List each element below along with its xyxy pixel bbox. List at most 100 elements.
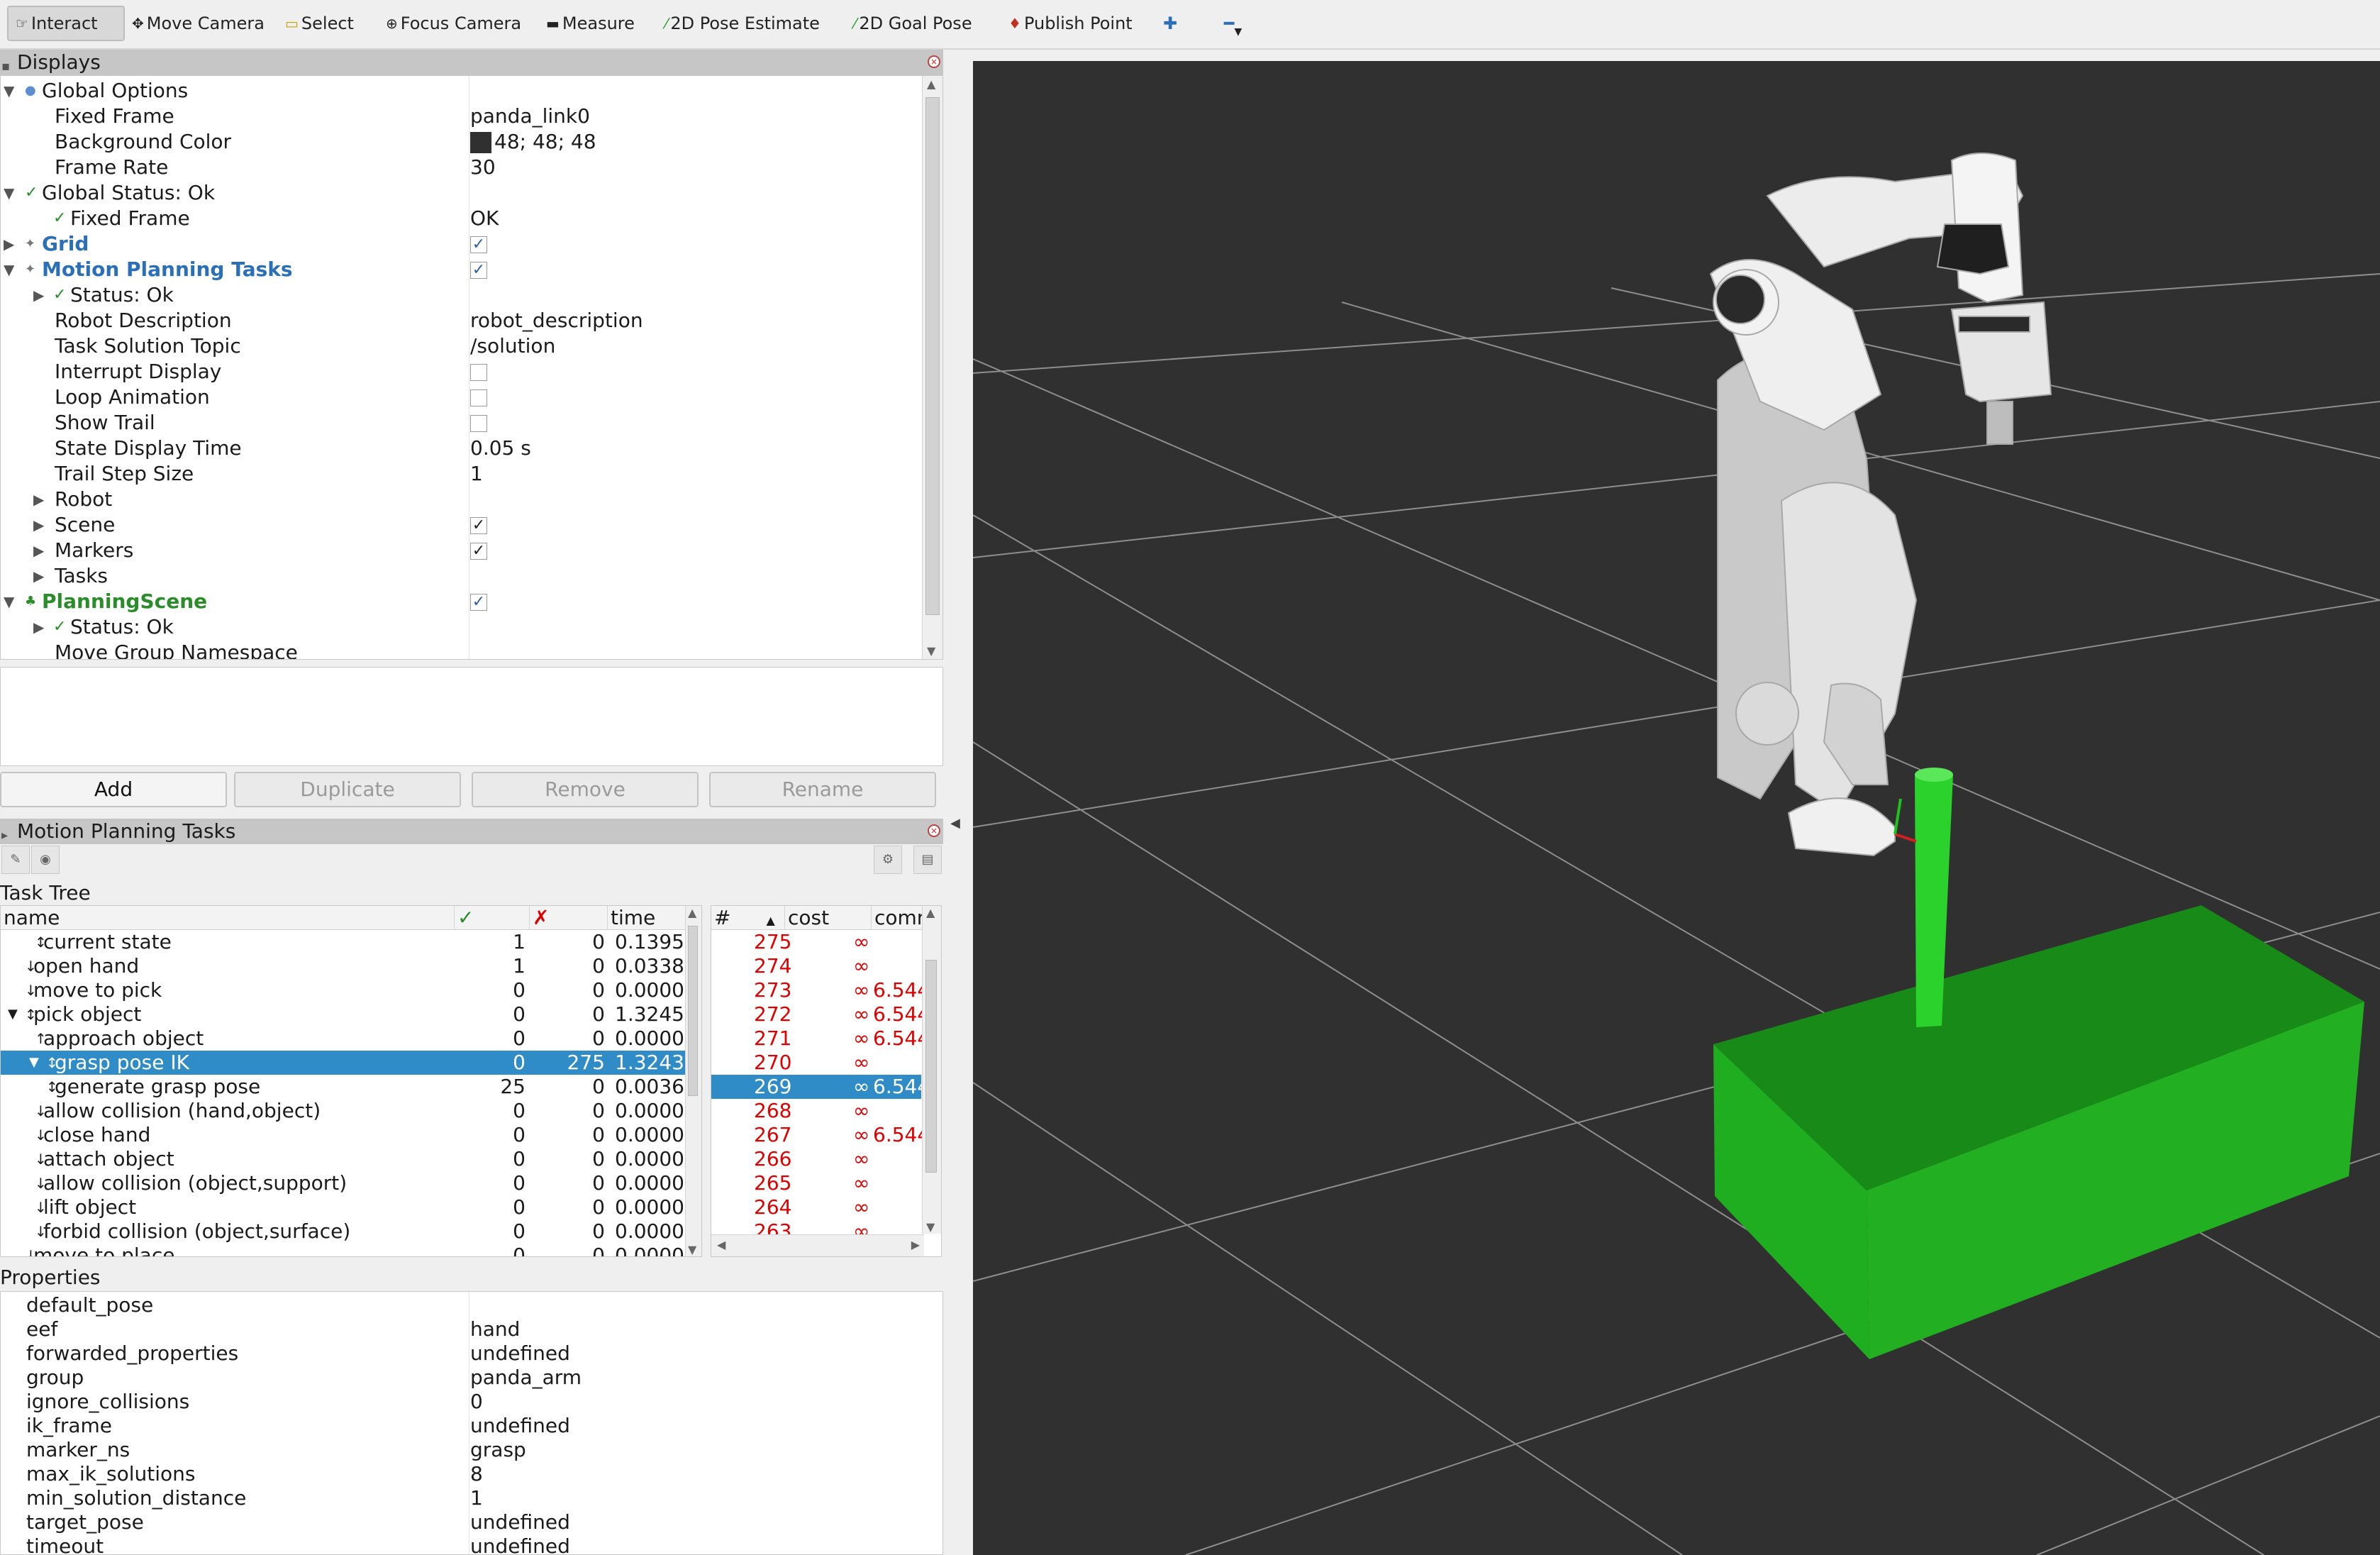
remove-display-button[interactable]: Remove xyxy=(472,772,699,807)
close-icon[interactable]: × xyxy=(928,55,940,68)
tree-row-fixed-frame[interactable]: Fixed Frame panda_link0 xyxy=(1,104,923,129)
task-row[interactable]: ↓ move to place 0 0 0.0000 xyxy=(1,1244,687,1256)
tree-row-scene[interactable]: ▶ Scene ✓ xyxy=(1,512,923,538)
scroll-thumb[interactable] xyxy=(925,960,937,1173)
property-row[interactable]: eef hand xyxy=(1,1317,937,1341)
scroll-thumb[interactable] xyxy=(925,97,940,615)
tree-row-grid[interactable]: ▶ ✦ Grid ✓ xyxy=(1,231,923,257)
property-value[interactable]: 1 xyxy=(470,1486,483,1510)
task-tree-scrollbar[interactable]: ▲ ▼ xyxy=(685,906,701,1256)
property-row[interactable]: forwarded_properties undefined xyxy=(1,1341,937,1366)
property-value[interactable]: 8 xyxy=(470,1462,483,1486)
solution-row[interactable]: 272 ∞ 6.544 xyxy=(711,1002,930,1026)
mpt-folder-button[interactable]: ▤ xyxy=(913,846,942,874)
interrupt-display-checkbox[interactable] xyxy=(470,364,487,381)
property-row[interactable]: ik_frame undefined xyxy=(1,1414,937,1438)
property-value[interactable]: panda_arm xyxy=(470,1366,582,1390)
tree-row-move-group-namespace[interactable]: Move Group Namespace xyxy=(1,640,923,659)
collapse-arrow-icon[interactable]: ▶ xyxy=(33,614,44,640)
task-row[interactable]: ↓ close hand 0 0 0.0000 xyxy=(1,1123,687,1147)
task-row[interactable]: ↓ open hand 1 0 0.0338 xyxy=(1,954,687,978)
column-header-time[interactable]: time xyxy=(608,906,687,930)
close-icon[interactable]: × xyxy=(928,824,940,837)
property-row[interactable]: timeout undefined xyxy=(1,1534,937,1554)
collapse-arrow-icon[interactable]: ▶ xyxy=(4,231,14,257)
expand-arrow-icon[interactable]: ▼ xyxy=(4,180,14,206)
scroll-down-icon[interactable]: ▼ xyxy=(688,1243,696,1256)
scroll-up-icon[interactable]: ▲ xyxy=(926,906,935,919)
expand-arrow-icon[interactable]: ▼ xyxy=(4,257,14,282)
move-camera-tool[interactable]: ✥ Move Camera xyxy=(125,6,272,41)
mpt-tool-button[interactable]: ✎ xyxy=(1,846,30,874)
property-value[interactable]: undefined xyxy=(470,1534,570,1554)
task-row[interactable]: ▼ ↕ grasp pose IK 0 275 1.3243 xyxy=(1,1051,687,1075)
mpt-settings-button[interactable]: ⚙ xyxy=(874,846,902,874)
interact-tool[interactable]: ☞ Interact xyxy=(7,6,125,41)
duplicate-display-button[interactable]: Duplicate xyxy=(234,772,461,807)
publish-point-tool[interactable]: ♦ Publish Point xyxy=(1001,6,1140,41)
scroll-thumb[interactable] xyxy=(688,926,698,1096)
task-row[interactable]: ↓ allow collision (object,support) 0 0 0.000… xyxy=(1,1171,687,1195)
panel-splitter[interactable]: ◀ xyxy=(943,50,973,1555)
tree-row-robot[interactable]: ▶ Robot xyxy=(1,487,923,512)
column-header-failed[interactable]: ✗ xyxy=(530,906,608,930)
scroll-down-icon[interactable]: ▼ xyxy=(927,644,935,658)
tree-row-tasks[interactable]: ▶ Tasks xyxy=(1,563,923,589)
grid-enabled-checkbox[interactable]: ✓ xyxy=(470,236,487,253)
collapse-arrow-icon[interactable]: ▶ xyxy=(33,282,44,308)
tree-row-frame-rate[interactable]: Frame Rate 30 xyxy=(1,155,923,180)
measure-tool[interactable]: ▬ Measure xyxy=(539,6,642,41)
3d-viewport[interactable] xyxy=(973,61,2380,1555)
task-row[interactable]: ↓ move to pick 0 0 0.0000 xyxy=(1,978,687,1002)
scroll-up-icon[interactable]: ▲ xyxy=(688,906,696,919)
rename-display-button[interactable]: Rename xyxy=(709,772,936,807)
collapse-arrow-icon[interactable]: ▶ xyxy=(33,487,44,512)
task-row[interactable]: ↓ lift object 0 0 0.0000 xyxy=(1,1195,687,1219)
solution-row[interactable]: 273 ∞ 6.544 xyxy=(711,978,930,1002)
mpt-record-button[interactable]: ◉ xyxy=(31,846,60,874)
tree-row-fixed-frame-status[interactable]: ✓ Fixed Frame OK xyxy=(1,206,923,231)
property-row[interactable]: target_pose undefined xyxy=(1,1510,937,1534)
tree-row-robot-description[interactable]: Robot Description robot_description xyxy=(1,308,923,333)
pose-estimate-tool[interactable]: ⁄ 2D Pose Estimate xyxy=(658,6,827,41)
collapse-arrow-icon[interactable]: ▶ xyxy=(33,512,44,538)
property-row[interactable]: min_solution_distance 1 xyxy=(1,1486,937,1510)
mpt-enabled-checkbox[interactable]: ✓ xyxy=(470,262,487,279)
solution-row[interactable]: 265 ∞ xyxy=(711,1171,921,1195)
solution-row[interactable]: 266 ∞ xyxy=(711,1147,921,1171)
property-value[interactable]: undefined xyxy=(470,1414,570,1438)
task-row[interactable]: ↓ attach object 0 0 0.0000 xyxy=(1,1147,687,1171)
property-value[interactable]: grasp xyxy=(470,1438,526,1462)
focus-camera-tool[interactable]: ⊕ Focus Camera xyxy=(379,6,528,41)
scroll-up-icon[interactable]: ▲ xyxy=(927,77,935,91)
collapse-arrow-icon[interactable]: ▶ xyxy=(33,563,44,589)
solution-row[interactable]: 275 ∞ xyxy=(711,930,921,954)
tree-row-loop-animation[interactable]: Loop Animation xyxy=(1,384,923,410)
property-row[interactable]: ignore_collisions 0 xyxy=(1,1390,937,1414)
solution-row[interactable]: 274 ∞ xyxy=(711,954,921,978)
planning-scene-checkbox[interactable]: ✓ xyxy=(470,594,487,611)
solution-row[interactable]: 268 ∞ xyxy=(711,1099,921,1123)
tree-row-background-color[interactable]: Background Color 48; 48; 48 xyxy=(1,129,923,155)
scene-checkbox[interactable]: ✓ xyxy=(470,517,487,534)
task-row[interactable]: ↕ generate grasp pose 25 0 0.0036 xyxy=(1,1075,687,1099)
displays-scrollbar[interactable]: ▲ ▼ xyxy=(922,76,942,659)
solution-row[interactable]: 269 ∞ 6.544 xyxy=(711,1075,930,1099)
scroll-right-icon[interactable]: ▶ xyxy=(911,1238,920,1251)
tree-row-motion-planning-tasks[interactable]: ▼ ✦ Motion Planning Tasks ✓ xyxy=(1,257,923,282)
property-row[interactable]: marker_ns grasp xyxy=(1,1438,937,1462)
solution-row[interactable]: 267 ∞ 6.544 xyxy=(711,1123,930,1147)
tree-row-global-options[interactable]: ▼ ● Global Options xyxy=(1,78,923,104)
solution-row[interactable]: 264 ∞ xyxy=(711,1195,921,1219)
property-value[interactable]: 0 xyxy=(470,1390,483,1414)
expand-arrow-icon[interactable]: ▼ xyxy=(4,78,14,104)
property-row[interactable]: max_ik_solutions 8 xyxy=(1,1462,937,1486)
solution-row[interactable]: 270 ∞ xyxy=(711,1051,921,1075)
task-row[interactable]: ↕ current state 1 0 0.1395 xyxy=(1,930,687,954)
show-trail-checkbox[interactable] xyxy=(470,415,487,432)
tree-row-show-trail[interactable]: Show Trail xyxy=(1,410,923,436)
markers-checkbox[interactable]: ✓ xyxy=(470,543,487,560)
collapse-panel-icon[interactable]: ◀ xyxy=(950,816,960,831)
solution-row[interactable]: 271 ∞ 6.544 xyxy=(711,1026,930,1051)
tree-row-markers[interactable]: ▶ Markers ✓ xyxy=(1,538,923,563)
